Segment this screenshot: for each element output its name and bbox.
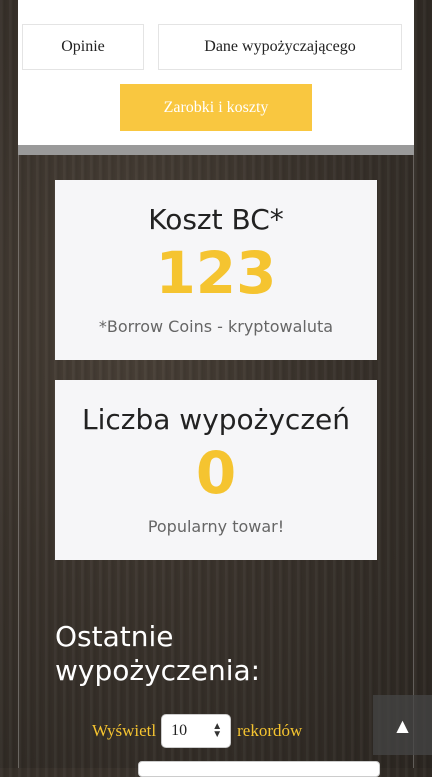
tab-opinie[interactable]: Opinie [22,24,144,70]
rentals-value: 0 [195,439,237,507]
scroll-to-top-button[interactable]: ▲ [373,695,432,755]
page-size-value: 10 [171,722,188,739]
tab-dane-wypozyczajacego[interactable]: Dane wypożyczającego [158,24,402,70]
cost-value: 123 [155,239,277,307]
cost-title: Koszt BC* [148,203,284,236]
rentals-note: Popularny towar! [147,517,285,536]
records-label: rekordów [237,721,303,740]
frame-line-right [413,155,414,768]
sort-arrows-icon: ▲ ▼ [212,721,223,740]
page-size-control: Wyświetl 10 ▲ ▼ rekordów [92,713,302,749]
rentals-title: Liczba wypożyczeń [81,403,350,436]
recent-rentals-title: Ostatnie wypożyczenia: [55,620,261,687]
search-input[interactable] [138,761,380,777]
show-label: Wyświetl [92,721,157,740]
divider-bar [18,145,414,155]
earnings-costs-button[interactable]: Zarobki i koszty [120,84,312,131]
frame-line-left [18,155,19,768]
cost-note: *Borrow Coins - kryptowaluta [98,317,334,336]
caret-up-icon: ▲ [396,715,409,735]
page-size-select[interactable]: 10 ▲ ▼ [161,714,232,748]
rentals-count-card: Liczba wypożyczeń 0 Popularny towar! [55,380,377,560]
top-panel: Opinie Dane wypożyczającego Zarobki i ko… [18,0,414,145]
cost-card: Koszt BC* 123 *Borrow Coins - kryptowalu… [55,180,377,360]
